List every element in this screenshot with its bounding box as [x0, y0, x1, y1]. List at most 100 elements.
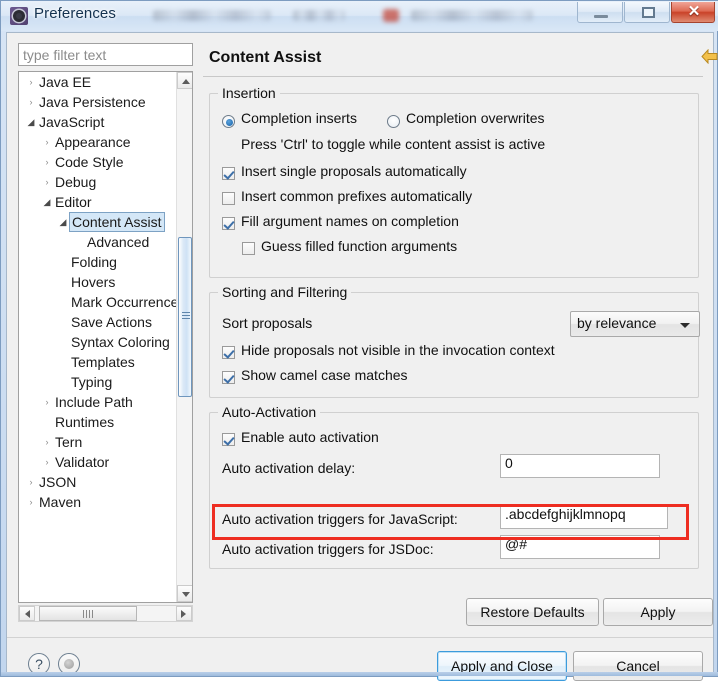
- checkbox-guess-filled-arguments[interactable]: [242, 242, 255, 255]
- tree-item-label: Templates: [71, 354, 135, 370]
- preferences-window: Preferences ✕ ›Java EE›Java Persistence◢…: [0, 0, 718, 681]
- tree-item-label: Code Style: [55, 154, 124, 170]
- tree-item-java-persistence[interactable]: › Java Persistence: [19, 92, 177, 112]
- checkbox-show-camel-case-label: Show camel case matches: [241, 367, 408, 383]
- tree-item-label: Include Path: [55, 394, 133, 410]
- checkbox-enable-auto-activation[interactable]: [222, 433, 235, 446]
- checkbox-insert-common-prefixes-label: Insert common prefixes automatically: [241, 188, 473, 204]
- preferences-gear-icon: [10, 7, 28, 25]
- sort-proposals-select[interactable]: by relevance: [570, 311, 700, 337]
- tree-collapse-arrow-icon[interactable]: ›: [25, 492, 37, 512]
- apply-button[interactable]: Apply: [603, 598, 713, 626]
- auto-activation-triggers-javascript-input[interactable]: .abcdefghijklmnopq: [500, 505, 668, 529]
- blurred-title-badge: [383, 9, 399, 22]
- insertion-legend: Insertion: [218, 85, 280, 101]
- tree-item-advanced[interactable]: Advanced: [19, 232, 177, 252]
- close-button[interactable]: ✕: [671, 2, 715, 23]
- minimize-icon: [594, 15, 608, 18]
- tree-item-label: Runtimes: [55, 414, 115, 430]
- checkbox-show-camel-case[interactable]: [222, 371, 235, 384]
- tree-item-editor[interactable]: ◢ Editor: [19, 192, 177, 212]
- auto-activation-triggers-jsdoc-input[interactable]: @#: [500, 535, 660, 559]
- tree-item-label: Tern: [55, 434, 83, 450]
- tree-collapse-arrow-icon[interactable]: ›: [25, 92, 37, 112]
- scroll-up-button[interactable]: [177, 72, 192, 89]
- title-bar[interactable]: Preferences ✕: [1, 1, 718, 31]
- tree-item-label: Java Persistence: [39, 94, 146, 110]
- tree-collapse-arrow-icon[interactable]: ›: [41, 152, 53, 172]
- filter-input[interactable]: [18, 43, 193, 66]
- tree-collapse-arrow-icon[interactable]: ›: [41, 452, 53, 472]
- checkbox-insert-common-prefixes[interactable]: [222, 192, 235, 205]
- auto-activation-legend: Auto-Activation: [218, 404, 321, 420]
- tree-item-runtimes[interactable]: Runtimes: [19, 412, 177, 432]
- tree-expand-arrow-icon[interactable]: ◢: [41, 192, 53, 212]
- chevron-down-icon: [680, 323, 690, 328]
- tree-item-label: Advanced: [87, 234, 150, 250]
- tree-item-validator[interactable]: › Validator: [19, 452, 177, 472]
- tree-collapse-arrow-icon[interactable]: ›: [25, 472, 37, 492]
- checkbox-fill-argument-names[interactable]: [222, 217, 235, 230]
- tree-item-javascript[interactable]: ◢ JavaScript: [19, 112, 177, 132]
- tree-item-label: Java EE: [39, 74, 92, 90]
- tree-item-typing[interactable]: Typing: [19, 372, 177, 392]
- tree-collapse-arrow-icon[interactable]: ›: [25, 72, 37, 92]
- tree-item-label: Hovers: [71, 274, 116, 290]
- tree-item-json[interactable]: › JSON: [19, 472, 177, 492]
- tree-item-label: Folding: [71, 254, 117, 270]
- insertion-group: Insertion Completion inserts Completion …: [209, 85, 699, 278]
- checkbox-enable-auto-activation-label: Enable auto activation: [241, 429, 379, 445]
- tree-collapse-arrow-icon[interactable]: ›: [41, 172, 53, 192]
- tree-item-syntax-coloring[interactable]: Syntax Coloring: [19, 332, 177, 352]
- auto-activation-delay-input[interactable]: 0: [500, 454, 660, 478]
- tree-item-mark-occurrences[interactable]: Mark Occurrences: [19, 292, 177, 312]
- tree-item-debug[interactable]: › Debug: [19, 172, 177, 192]
- tree-horizontal-scrollbar[interactable]: [18, 605, 193, 622]
- tree-item-label: Syntax Coloring: [71, 334, 170, 350]
- close-icon: ✕: [687, 3, 701, 20]
- content-pane: Content Assist Insertion Completion inse…: [203, 43, 718, 623]
- tree-vertical-scrollbar[interactable]: [176, 72, 192, 602]
- tree-expand-arrow-icon[interactable]: ◢: [57, 212, 69, 232]
- tree-item-code-style[interactable]: › Code Style: [19, 152, 177, 172]
- checkbox-fill-argument-names-label: Fill argument names on completion: [241, 213, 459, 229]
- tree-item-include-path[interactable]: › Include Path: [19, 392, 177, 412]
- blurred-title-text: [411, 10, 533, 21]
- tree-item-appearance[interactable]: › Appearance: [19, 132, 177, 152]
- tree-item-hovers[interactable]: Hovers: [19, 272, 177, 292]
- checkbox-insert-single-proposals[interactable]: [222, 167, 235, 180]
- restore-defaults-button[interactable]: Restore Defaults: [466, 598, 599, 626]
- tree-item-maven[interactable]: › Maven: [19, 492, 177, 512]
- tree-item-save-actions[interactable]: Save Actions: [19, 312, 177, 332]
- dialog-client-area: ›Java EE›Java Persistence◢JavaScript›App…: [6, 32, 718, 681]
- checkbox-hide-proposals[interactable]: [222, 346, 235, 359]
- horizontal-scrollbar-thumb[interactable]: [39, 606, 137, 621]
- tree-item-folding[interactable]: Folding: [19, 252, 177, 272]
- preferences-tree[interactable]: › Java EE › Java Persistence ◢ JavaScript › App…: [18, 71, 193, 603]
- back-arrow-icon[interactable]: [701, 49, 718, 64]
- page-title: Content Assist: [209, 49, 322, 66]
- minimize-button[interactable]: [577, 2, 623, 23]
- tree-item-label: Editor: [55, 194, 92, 210]
- tree-collapse-arrow-icon[interactable]: ›: [41, 132, 53, 152]
- maximize-button[interactable]: [624, 2, 670, 23]
- scrollbar-grip-icon: [83, 610, 93, 618]
- vertical-scrollbar-thumb[interactable]: [178, 237, 192, 397]
- scroll-right-button[interactable]: [176, 606, 192, 621]
- tree-collapse-arrow-icon[interactable]: ›: [41, 432, 53, 452]
- checkbox-insert-single-proposals-label: Insert single proposals automatically: [241, 163, 467, 179]
- scroll-down-button[interactable]: [177, 585, 192, 602]
- radio-completion-inserts[interactable]: [222, 115, 235, 128]
- window-title: Preferences: [34, 5, 116, 22]
- tree-item-label: Validator: [55, 454, 110, 470]
- tree-item-java-ee[interactable]: › Java EE: [19, 72, 177, 92]
- tree-collapse-arrow-icon[interactable]: ›: [41, 392, 53, 412]
- tree-item-tern[interactable]: › Tern: [19, 432, 177, 452]
- sorting-legend: Sorting and Filtering: [218, 284, 352, 300]
- tree-item-templates[interactable]: Templates: [19, 352, 177, 372]
- tree-item-label: Maven: [39, 494, 82, 510]
- tree-item-content-assist[interactable]: ◢ Content Assist: [19, 212, 177, 232]
- radio-completion-overwrites[interactable]: [387, 115, 400, 128]
- scroll-left-button[interactable]: [19, 606, 35, 621]
- tree-expand-arrow-icon[interactable]: ◢: [25, 112, 37, 132]
